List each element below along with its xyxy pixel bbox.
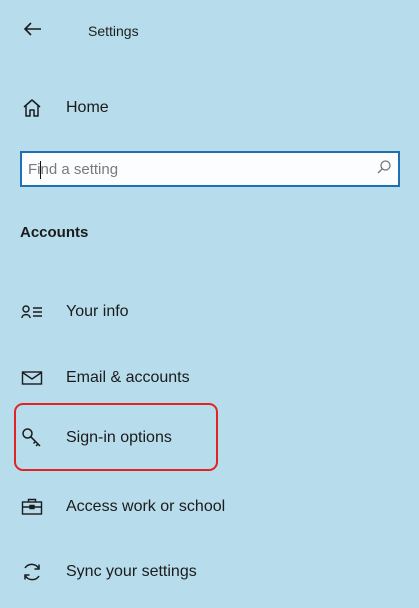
nav-item-label: Your info <box>66 303 129 320</box>
home-icon <box>20 96 44 120</box>
key-icon <box>20 426 44 450</box>
search-icon <box>376 159 392 180</box>
nav-item-label: Sync your settings <box>66 563 197 580</box>
person-card-icon <box>20 300 44 324</box>
nav-item-label: Sign-in options <box>66 429 172 446</box>
nav-item-sync-settings[interactable]: Sync your settings <box>20 552 400 592</box>
sync-icon <box>20 560 44 584</box>
back-arrow-icon <box>23 21 42 41</box>
text-cursor <box>40 161 41 179</box>
nav-item-access-work-school[interactable]: Access work or school <box>20 487 400 527</box>
search-input[interactable] <box>22 152 370 186</box>
nav-item-label: Home <box>66 99 109 116</box>
nav-item-label: Access work or school <box>66 498 226 515</box>
search-button[interactable] <box>370 153 398 185</box>
nav-item-sign-in-options[interactable]: Sign-in options <box>20 418 400 458</box>
page-title: Settings <box>88 23 139 39</box>
nav-item-your-info[interactable]: Your info <box>20 292 400 332</box>
mail-icon <box>20 366 44 390</box>
briefcase-icon <box>20 495 44 519</box>
section-title: Accounts <box>20 224 89 241</box>
nav-item-label: Email & accounts <box>66 369 190 386</box>
nav-item-home[interactable]: Home <box>20 92 400 124</box>
back-button[interactable] <box>22 20 44 42</box>
nav-item-email-accounts[interactable]: Email & accounts <box>20 358 400 398</box>
search-box[interactable] <box>20 151 400 187</box>
